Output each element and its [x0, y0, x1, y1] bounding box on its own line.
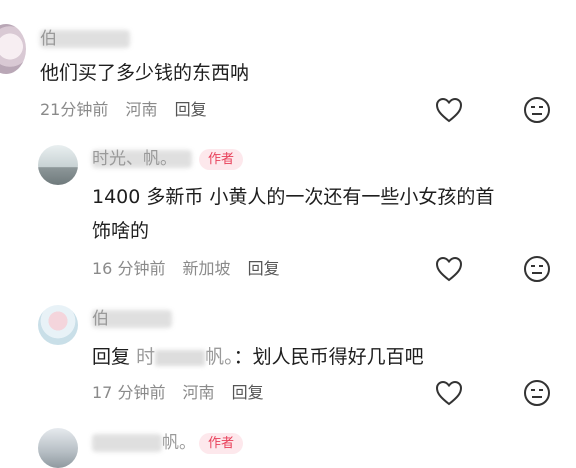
author-badge: 作者	[199, 433, 244, 454]
avatar[interactable]	[38, 145, 78, 185]
avatar[interactable]	[0, 24, 26, 74]
comment-time: 17 分钟前	[92, 383, 166, 402]
reply-target[interactable]: 时	[136, 346, 155, 368]
neutral-face-icon[interactable]	[522, 95, 552, 125]
comment-text-line1: 1400 多新币 小黄人的一次还有一些小女孩的首	[92, 186, 495, 208]
avatar[interactable]	[38, 428, 78, 468]
author-badge: 作者	[199, 149, 244, 170]
reply-prefix: 回复	[92, 346, 131, 368]
reply-target-tail[interactable]: 帆。	[205, 346, 234, 368]
comment-location: 河南	[182, 383, 215, 402]
heart-icon[interactable]	[434, 95, 464, 125]
heart-icon[interactable]	[434, 378, 464, 408]
reply-text: 回复 时 帆。：划人民币得好几百吧	[92, 340, 424, 374]
reply-button[interactable]: 回复	[175, 100, 207, 119]
neutral-face-icon[interactable]	[522, 254, 552, 284]
commenter-name[interactable]: 伯	[92, 308, 109, 330]
avatar[interactable]	[38, 305, 78, 345]
comment-text-line2: 饰啥的	[92, 220, 150, 242]
comment-text: ：划人民币得好几百吧	[233, 346, 424, 368]
name-blur	[92, 434, 162, 452]
comment-location: 新加坡	[182, 259, 231, 278]
comment-text: 他们买了多少钱的东西呐	[40, 62, 250, 84]
comment-meta: 21分钟前 河南 回复	[40, 99, 219, 121]
reply-target-blur	[155, 349, 206, 366]
neutral-face-icon[interactable]	[522, 378, 552, 408]
reply-button[interactable]: 回复	[232, 383, 264, 402]
comment-meta: 16 分钟前 新加坡 回复	[92, 258, 292, 280]
comment-time: 16 分钟前	[92, 259, 166, 278]
commenter-name[interactable]: 时光、帆。	[92, 148, 177, 170]
heart-icon[interactable]	[434, 254, 464, 284]
commenter-name-tail[interactable]: 帆。	[162, 432, 196, 454]
comment-meta: 17 分钟前 河南 回复	[92, 382, 276, 404]
reply-button[interactable]: 回复	[248, 259, 280, 278]
comment-time: 21分钟前	[40, 100, 109, 119]
commenter-name[interactable]: 伯	[40, 28, 57, 50]
comment-location: 河南	[125, 100, 158, 119]
